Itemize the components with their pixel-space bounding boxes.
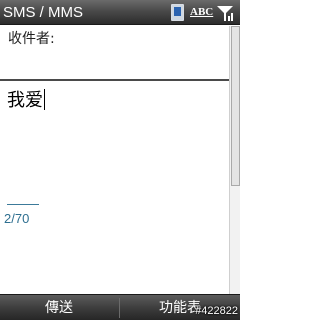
softkey-divider [119,298,120,318]
character-counter: 2/70 [4,211,30,226]
signal-icon[interactable] [215,3,235,22]
input-mode-indicator[interactable]: ABC [190,5,213,19]
device-icon[interactable] [171,4,184,21]
title-bar: SMS / MMS ABC [0,0,240,25]
message-body-field[interactable]: 我爱 2/70 [0,83,229,293]
app-title: SMS / MMS [3,4,84,21]
message-text[interactable]: 我爱 [7,90,43,111]
message-text-line[interactable]: 我爱 [7,89,45,112]
counter-divider [7,204,39,205]
scrollbar-thumb[interactable] [231,26,240,186]
watermark-text: #422822 [195,305,238,317]
vertical-scrollbar[interactable] [229,26,240,294]
send-softkey[interactable]: 傳送 [0,295,118,320]
field-divider [0,79,229,81]
recipient-label: 收件者: [8,31,55,47]
text-cursor [44,89,45,110]
